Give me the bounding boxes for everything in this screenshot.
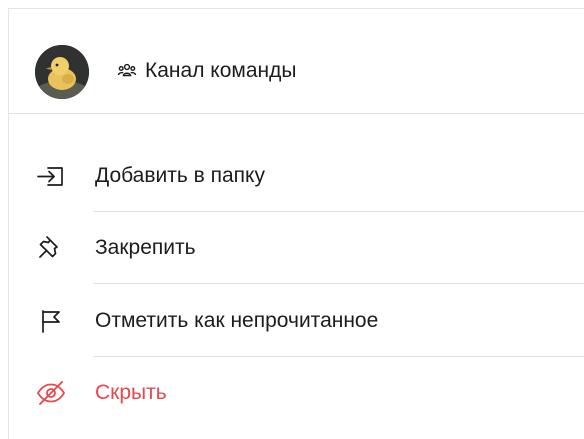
group-icon: [117, 63, 137, 77]
avatar: [35, 45, 89, 99]
channel-name: Канал команды: [145, 59, 297, 82]
divider: [93, 283, 584, 284]
menu-item-label: Отметить как непрочитанное: [95, 309, 379, 332]
eye-off-icon: [37, 381, 65, 405]
menu-item-add-to-folder[interactable]: Добавить в папку: [9, 140, 584, 212]
menu-item-label: Закрепить: [95, 236, 196, 259]
menu-header: Канал команды: [9, 9, 584, 114]
duckling-photo: [35, 45, 89, 99]
menu-item-mark-unread[interactable]: Отметить как непрочитанное: [9, 285, 584, 357]
context-menu-panel: Канал команды Добавить в папку Закрепить: [8, 8, 584, 439]
channel-title-row: Канал команды: [117, 59, 296, 83]
menu-item-label: Скрыть: [95, 381, 167, 404]
menu-item-label: Добавить в папку: [95, 164, 265, 187]
flag-icon: [42, 310, 60, 333]
pin-icon: [39, 236, 58, 258]
menu-item-hide[interactable]: Скрыть: [9, 357, 584, 429]
menu-item-pin[interactable]: Закрепить: [9, 212, 584, 284]
add-to-folder-icon: [37, 167, 63, 186]
